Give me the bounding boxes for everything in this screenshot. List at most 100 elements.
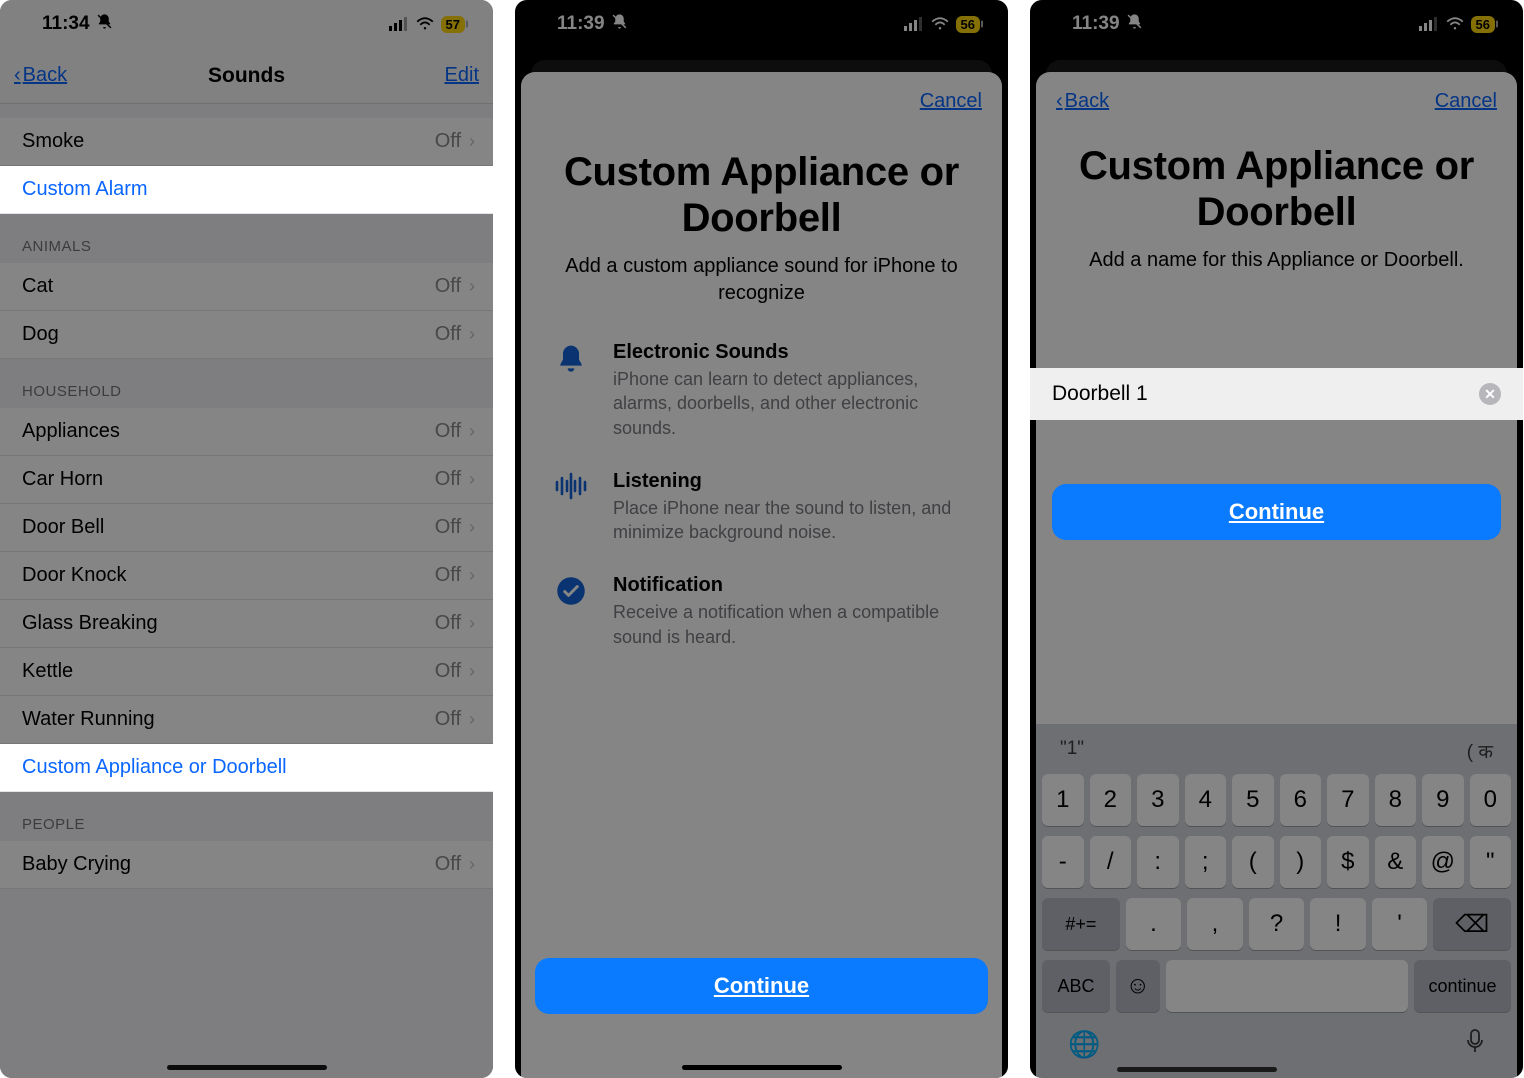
row-value: Off <box>435 853 461 876</box>
sound-row[interactable]: Car Horn Off › <box>0 456 493 504</box>
sound-row[interactable]: Glass Breaking Off › <box>0 600 493 648</box>
name-field[interactable]: ✕ <box>1030 368 1523 420</box>
suggestion[interactable]: "1" <box>1052 738 1204 764</box>
clear-button[interactable]: ✕ <box>1479 383 1501 405</box>
key-space[interactable] <box>1166 960 1408 1012</box>
sound-row-baby-crying[interactable]: Baby Crying Off › <box>0 841 493 889</box>
sound-row[interactable]: Door Bell Off › <box>0 504 493 552</box>
feature-item: Listening Place iPhone near the sound to… <box>551 470 972 545</box>
chevron-right-icon: › <box>469 517 475 538</box>
row-value: Off <box>435 660 461 683</box>
key-abc[interactable]: ABC <box>1042 960 1110 1012</box>
wifi-icon <box>1445 17 1465 31</box>
battery-indicator: 56 <box>956 16 980 33</box>
back-button[interactable]: ‹ Back <box>14 64 67 87</box>
chevron-right-icon: › <box>469 469 475 490</box>
row-label: Dog <box>22 323 435 346</box>
keyboard-suggestions: "1" ( क <box>1042 732 1511 774</box>
sound-row-dog[interactable]: Dog Off › <box>0 311 493 359</box>
cancel-button[interactable]: Cancel <box>1435 90 1497 113</box>
custom-alarm-row[interactable]: Custom Alarm <box>0 166 493 214</box>
row-value: Off <box>435 130 461 153</box>
home-indicator[interactable] <box>167 1065 327 1070</box>
key-emoji[interactable]: ☺ <box>1116 960 1160 1012</box>
key[interactable]: - <box>1042 836 1084 888</box>
suggestion[interactable]: ( क <box>1349 738 1501 764</box>
feature-desc: Place iPhone near the sound to listen, a… <box>613 496 972 545</box>
chevron-right-icon: › <box>469 131 475 152</box>
feature-desc: Receive a notification when a compatible… <box>613 600 972 649</box>
row-value: Off <box>435 420 461 443</box>
key[interactable]: 2 <box>1090 774 1132 826</box>
row-label: Car Horn <box>22 468 435 491</box>
do-not-disturb-icon <box>611 13 628 35</box>
key[interactable]: , <box>1187 898 1243 950</box>
sound-row-cat[interactable]: Cat Off › <box>0 263 493 311</box>
chevron-right-icon: › <box>469 276 475 297</box>
edit-button[interactable]: Edit <box>445 64 479 87</box>
row-label: Water Running <box>22 708 435 731</box>
key[interactable]: & <box>1375 836 1417 888</box>
home-indicator[interactable] <box>682 1065 842 1070</box>
key[interactable]: ( <box>1232 836 1274 888</box>
name-input[interactable] <box>1052 382 1479 406</box>
key[interactable]: 5 <box>1232 774 1274 826</box>
key[interactable]: @ <box>1422 836 1464 888</box>
bell-icon <box>551 341 591 440</box>
check-circle-icon <box>551 574 591 649</box>
key[interactable]: / <box>1090 836 1132 888</box>
sound-row[interactable]: Door Knock Off › <box>0 552 493 600</box>
key[interactable]: $ <box>1327 836 1369 888</box>
screen-custom-appliance-name: 11:39 56 ‹ Back Cancel Custom Appliance … <box>1030 0 1523 1078</box>
chevron-left-icon: ‹ <box>14 64 21 87</box>
sound-row[interactable]: Water Running Off › <box>0 696 493 744</box>
chevron-right-icon: › <box>469 613 475 634</box>
status-time: 11:39 <box>557 13 605 35</box>
key[interactable]: . <box>1126 898 1182 950</box>
key[interactable]: 1 <box>1042 774 1084 826</box>
key-symbols[interactable]: #+= <box>1042 898 1120 950</box>
mic-icon[interactable] <box>1465 1028 1485 1061</box>
key[interactable]: 8 <box>1375 774 1417 826</box>
suggestion[interactable] <box>1204 738 1348 764</box>
chevron-right-icon: › <box>469 709 475 730</box>
sound-row[interactable]: Kettle Off › <box>0 648 493 696</box>
feature-title: Electronic Sounds <box>613 341 972 364</box>
name-field-highlight: ✕ <box>1030 368 1523 420</box>
section-header-household: HOUSEHOLD <box>0 359 493 408</box>
screen-sounds-list: 11:34 57 ‹ Back Sounds Edit Smoke <box>0 0 493 1078</box>
continue-button[interactable]: Continue <box>535 958 988 1014</box>
section-header-animals: ANIMALS <box>0 214 493 263</box>
custom-appliance-row[interactable]: Custom Appliance or Doorbell <box>0 744 493 792</box>
chevron-right-icon: › <box>469 661 475 682</box>
row-label: Glass Breaking <box>22 612 435 635</box>
globe-icon[interactable]: 🌐 <box>1068 1029 1100 1060</box>
key[interactable]: ' <box>1372 898 1428 950</box>
key[interactable]: ? <box>1249 898 1305 950</box>
key[interactable]: 6 <box>1280 774 1322 826</box>
key[interactable]: ) <box>1280 836 1322 888</box>
cancel-button[interactable]: Cancel <box>920 90 982 113</box>
key[interactable]: ! <box>1310 898 1366 950</box>
key[interactable]: 9 <box>1422 774 1464 826</box>
feature-title: Notification <box>613 574 972 597</box>
continue-button[interactable]: Continue <box>1052 484 1501 540</box>
key-continue[interactable]: continue <box>1414 960 1511 1012</box>
row-label: Appliances <box>22 420 435 443</box>
home-indicator[interactable] <box>1117 1067 1277 1072</box>
emoji-icon: ☺ <box>1125 972 1150 1000</box>
sound-row[interactable]: Appliances Off › <box>0 408 493 456</box>
key[interactable]: 3 <box>1137 774 1179 826</box>
sound-row-smoke[interactable]: Smoke Off › <box>0 118 493 166</box>
key[interactable]: 7 <box>1327 774 1369 826</box>
key[interactable]: ; <box>1185 836 1227 888</box>
chevron-right-icon: › <box>469 324 475 345</box>
key[interactable]: 4 <box>1185 774 1227 826</box>
key[interactable]: " <box>1470 836 1512 888</box>
key-backspace[interactable]: ⌫ <box>1433 898 1511 950</box>
back-button[interactable]: ‹ Back <box>1056 90 1109 113</box>
row-label: Door Knock <box>22 564 435 587</box>
key[interactable]: : <box>1137 836 1179 888</box>
chevron-right-icon: › <box>469 565 475 586</box>
key[interactable]: 0 <box>1470 774 1512 826</box>
